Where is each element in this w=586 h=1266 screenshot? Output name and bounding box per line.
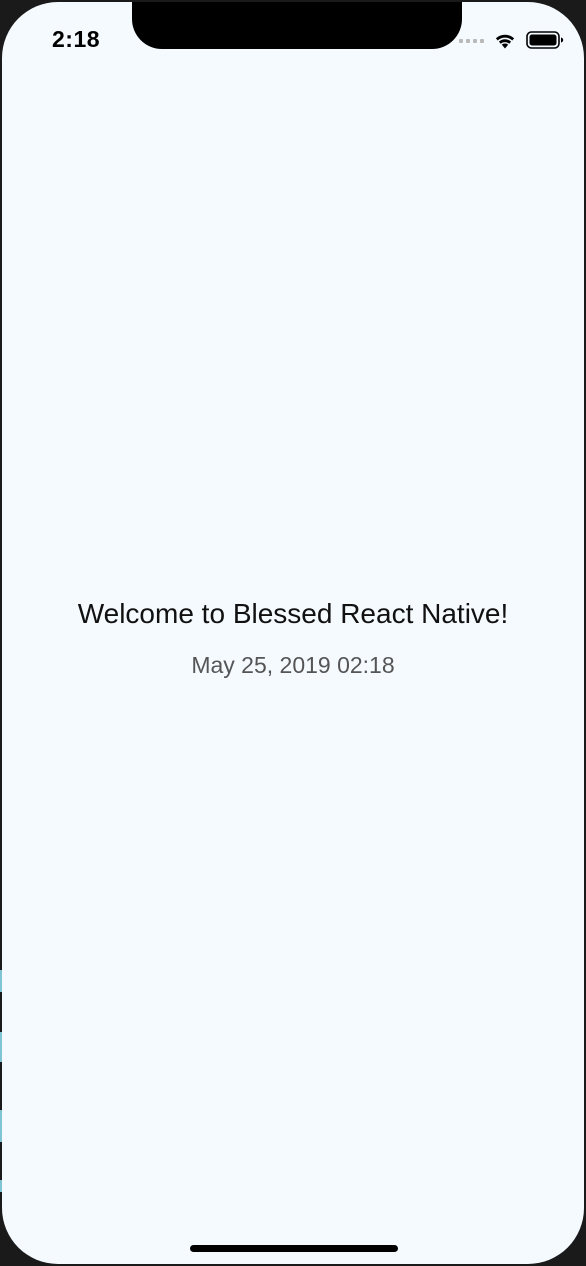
home-indicator[interactable] xyxy=(190,1245,398,1252)
app-content: Welcome to Blessed React Native! May 25,… xyxy=(2,2,584,1264)
phone-screen: 2:18 Welcome to Blessed React Native! Ma… xyxy=(2,2,584,1264)
current-datetime: May 25, 2019 02:18 xyxy=(191,652,395,678)
welcome-title: Welcome to Blessed React Native! xyxy=(77,598,509,629)
